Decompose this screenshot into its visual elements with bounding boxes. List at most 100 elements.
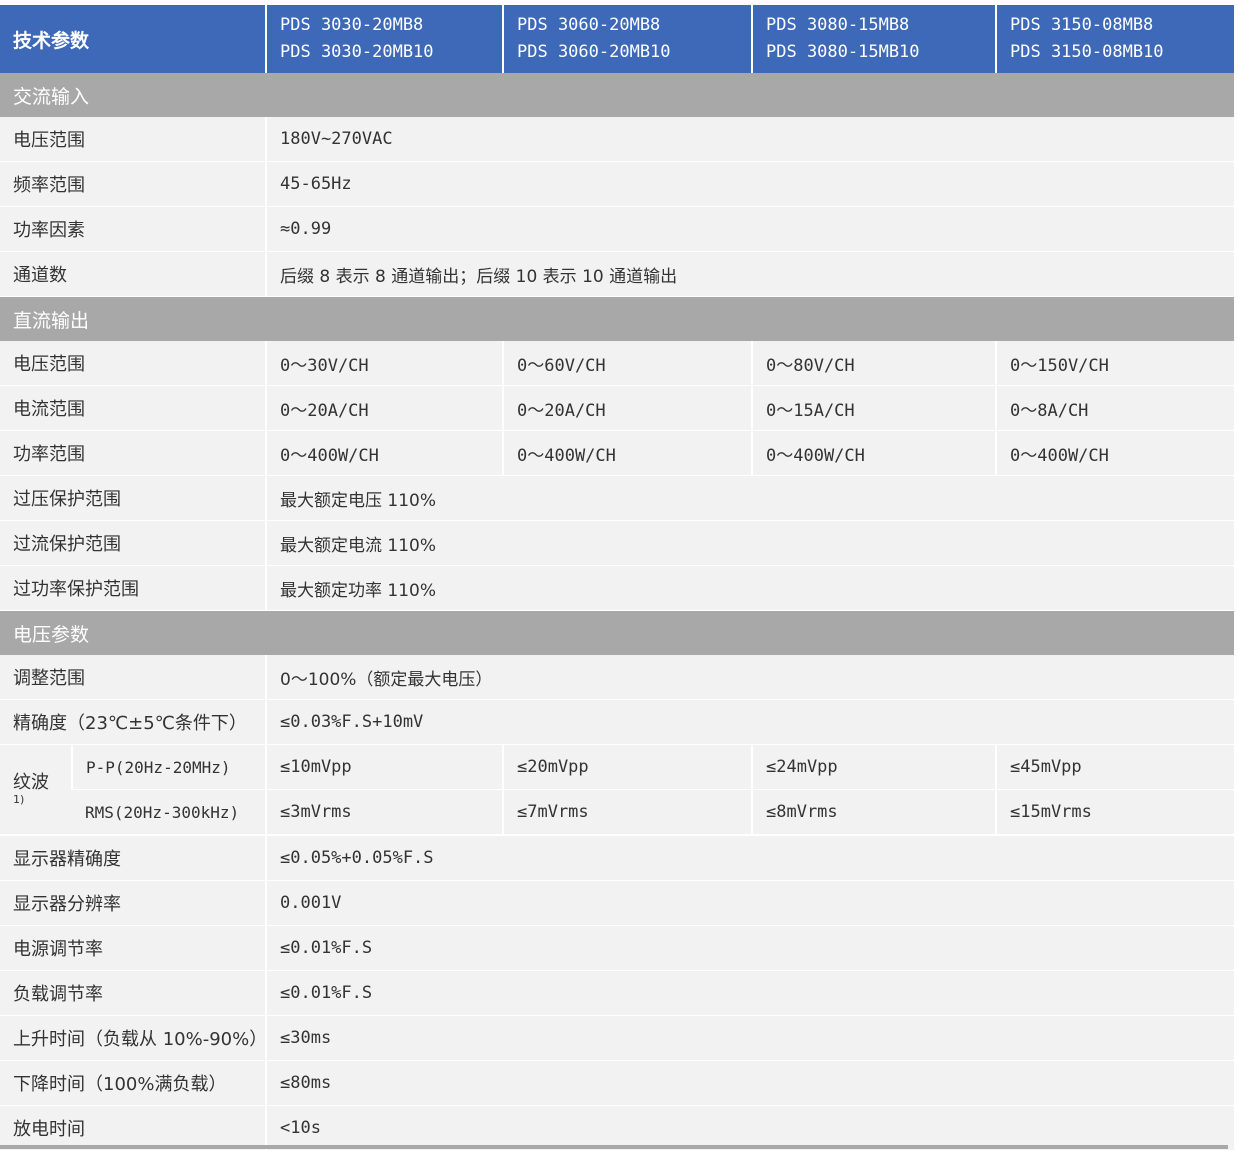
section-header-voltage-params: 电压参数 (0, 610, 1234, 655)
row-label: 显示器分辨率 (0, 880, 266, 926)
row-label: 电压范围 (0, 341, 266, 386)
row-label: 电源调节率 (0, 925, 266, 971)
table-row: 下降时间（100%满负载） ≤80ms (0, 1060, 1234, 1106)
section-title: 交流输入 (0, 73, 1234, 117)
cell-value: 0～20A/CH (502, 385, 752, 431)
ripple-rms-label: RMS(20Hz-300kHz) (72, 789, 265, 835)
section-header-dc-output: 直流输出 (0, 296, 1234, 341)
ripple-value-cell: ≤10mVpp ≤3mVrms (265, 744, 503, 836)
table-row: 功率范围 0～400W/CH 0～400W/CH 0～400W/CH 0～400… (0, 430, 1234, 476)
cell-value: 0～8A/CH (995, 385, 1234, 431)
cell-value: ≤15mVrms (997, 789, 1234, 835)
model-header: PDS 3150-08MB8 PDS 3150-08MB10 (996, 5, 1234, 73)
table-row: 频率范围 45-65Hz (0, 161, 1234, 207)
cell-value: 0～30V/CH (265, 341, 503, 386)
spec-table: 技术参数 PDS 3030-20MB8 PDS 3030-20MB10 PDS … (0, 5, 1234, 1151)
ripple-values-col: ≤45mVpp ≤15mVrms (997, 745, 1234, 835)
table-row: 放电时间 <10s (0, 1105, 1234, 1151)
section-title: 直流输出 (0, 296, 1234, 341)
cell-value: ≤3mVrms (267, 789, 502, 835)
table-row: 显示器精确度 ≤0.05%+0.05%F.S (0, 835, 1234, 881)
row-label: 负载调节率 (0, 970, 266, 1016)
model-name: PDS 3030-20MB8 (280, 15, 424, 35)
table-row: 过功率保护范围 最大额定功率 110% (0, 565, 1234, 611)
table-row: 精确度（23℃±5℃条件下） ≤0.03%F.S+10mV (0, 699, 1234, 745)
row-value: ≤30ms (265, 1015, 1234, 1061)
model-name: PDS 3150-08MB10 (1010, 42, 1164, 62)
cell-value: 0～80V/CH (751, 341, 996, 386)
row-value: ≤0.05%+0.05%F.S (265, 835, 1234, 881)
table-row: 电压范围 0～30V/CH 0～60V/CH 0～80V/CH 0～150V/C… (0, 341, 1234, 386)
header-row: 技术参数 PDS 3030-20MB8 PDS 3030-20MB10 PDS … (0, 5, 1234, 73)
ripple-values-col: ≤24mVpp ≤8mVrms (753, 745, 995, 835)
row-value: ≤0.01%F.S (265, 925, 1234, 971)
cell-value: ≤45mVpp (997, 745, 1234, 790)
row-label: 过流保护范围 (0, 520, 266, 566)
model-header: PDS 3060-20MB8 PDS 3060-20MB10 (503, 5, 753, 73)
row-value: 45-65Hz (265, 161, 1234, 207)
row-value: 0.001V (265, 880, 1234, 926)
row-label: 上升时间（负载从 10%-90%） (0, 1015, 267, 1061)
row-value: 最大额定电压 110% (265, 475, 1234, 521)
table-row: 电流范围 0～20A/CH 0～20A/CH 0～15A/CH 0～8A/CH (0, 385, 1234, 431)
row-label: 功率因素 (0, 206, 266, 252)
section-title: 电压参数 (0, 610, 1234, 655)
ripple-title: 纹波 (13, 771, 49, 793)
cell-value: ≤8mVrms (753, 789, 995, 835)
row-label: 频率范围 (0, 161, 266, 207)
model-name: PDS 3080-15MB10 (766, 42, 920, 62)
row-value: 0～100%（额定最大电压） (265, 655, 1234, 700)
ripple-sub-table: 纹波 1) P-P(20Hz-20MHz) RMS(20Hz-300kHz) (0, 745, 265, 835)
table-row: 通道数 后缀 8 表示 8 通道输出；后缀 10 表示 10 通道输出 (0, 251, 1234, 297)
cell-value: 0～400W/CH (751, 430, 996, 476)
table-row: 过流保护范围 最大额定电流 110% (0, 520, 1234, 566)
cell-value: 0～20A/CH (265, 385, 503, 431)
row-label: 电流范围 (0, 385, 266, 431)
row-label: 过功率保护范围 (0, 565, 266, 611)
row-label: 调整范围 (0, 655, 266, 700)
row-label: 通道数 (0, 251, 266, 297)
table-row: 电压范围 180V~270VAC (0, 117, 1234, 162)
ripple-values-col: ≤10mVpp ≤3mVrms (267, 745, 502, 835)
cell-value: ≤7mVrms (504, 789, 751, 835)
row-label: 功率范围 (0, 430, 266, 476)
ripple-label: 纹波 1) (0, 745, 72, 835)
cell-value: 0～150V/CH (995, 341, 1234, 386)
cell-value: ≤20mVpp (504, 745, 751, 790)
row-label: 显示器精确度 (0, 835, 266, 881)
row-value: ≤0.01%F.S (265, 970, 1234, 1016)
table-row: 显示器分辨率 0.001V (0, 880, 1234, 926)
table-row: 上升时间（负载从 10%-90%） ≤30ms (0, 1015, 1234, 1061)
row-value: 最大额定功率 110% (265, 565, 1234, 611)
cell-value: 0～400W/CH (995, 430, 1234, 476)
table-row: 调整范围 0～100%（额定最大电压） (0, 655, 1234, 700)
ripple-pp-label: P-P(20Hz-20MHz) (71, 745, 265, 790)
table-row: 电源调节率 ≤0.01%F.S (0, 925, 1234, 971)
bottom-divider (0, 1145, 1228, 1149)
ripple-row: 纹波 1) P-P(20Hz-20MHz) RMS(20Hz-300kHz) ≤… (0, 744, 1234, 836)
cell-value: ≤24mVpp (753, 745, 995, 790)
cell-value: 0～15A/CH (751, 385, 996, 431)
section-header-ac-input: 交流输入 (0, 73, 1234, 117)
model-name: PDS 3060-20MB10 (517, 42, 671, 62)
ripple-value-cell: ≤24mVpp ≤8mVrms (751, 744, 996, 836)
ripple-value-cell: ≤20mVpp ≤7mVrms (502, 744, 752, 836)
ripple-values-col: ≤20mVpp ≤7mVrms (504, 745, 751, 835)
cell-value: ≤10mVpp (267, 745, 502, 790)
model-name: PDS 3030-20MB10 (280, 42, 434, 62)
table-row: 功率因素 ≈0.99 (0, 206, 1234, 252)
model-name: PDS 3080-15MB8 (766, 15, 910, 35)
row-value: ≤80ms (265, 1060, 1234, 1106)
row-value: 最大额定电流 110% (265, 520, 1234, 566)
row-label: 精确度（23℃±5℃条件下） (0, 699, 266, 745)
row-label: 电压范围 (0, 117, 266, 162)
ripple-value-cell: ≤45mVpp ≤15mVrms (995, 744, 1234, 836)
row-label: 过压保护范围 (0, 475, 266, 521)
model-header: PDS 3030-20MB8 PDS 3030-20MB10 (266, 5, 504, 73)
row-value: <10s (265, 1105, 1234, 1151)
model-name: PDS 3060-20MB8 (517, 15, 661, 35)
cell-value: 0～60V/CH (502, 341, 752, 386)
row-value: ≈0.99 (265, 206, 1234, 252)
row-value: 180V~270VAC (265, 117, 1234, 162)
cell-value: 0～400W/CH (502, 430, 752, 476)
